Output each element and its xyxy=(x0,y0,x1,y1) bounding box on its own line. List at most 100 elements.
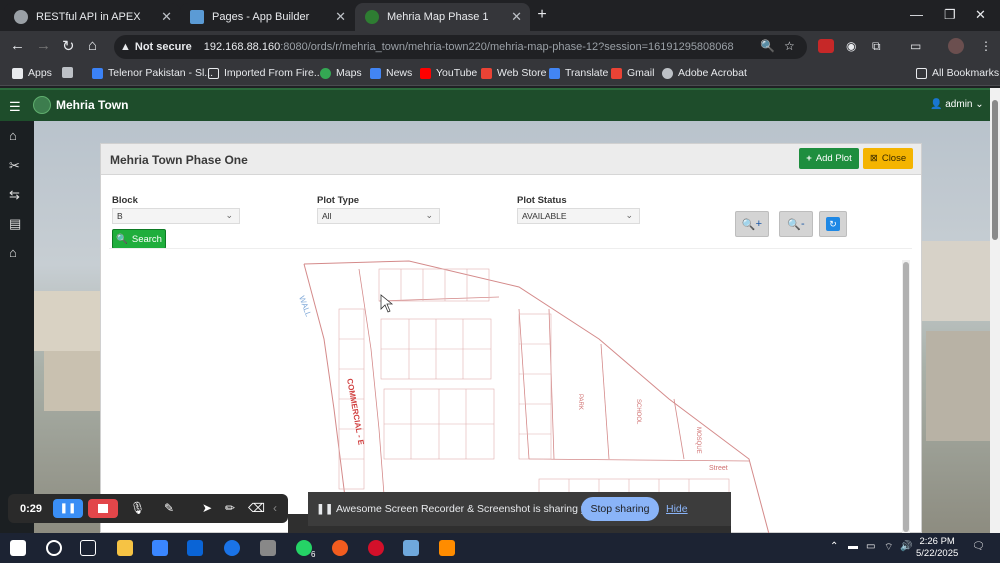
eraser-icon[interactable]: ⌫ xyxy=(248,501,265,515)
camera-extension-icon[interactable]: ◉ xyxy=(846,39,856,53)
search-icon[interactable] xyxy=(46,540,62,556)
wifi-icon[interactable]: ⌔ xyxy=(884,541,893,554)
bookmark-youtube[interactable]: YouTube xyxy=(420,67,477,79)
tab-search-icon[interactable]: ▭ xyxy=(910,39,921,53)
zoom-in-button[interactable]: 🔍 + xyxy=(735,211,769,237)
zoom-out-button[interactable]: 🔍 - xyxy=(779,211,813,237)
transfer-icon[interactable]: ⇆ xyxy=(9,187,20,203)
new-tab-button[interactable]: + xyxy=(533,6,551,24)
add-plot-button[interactable]: + Add Plot xyxy=(799,148,859,169)
outlook-icon[interactable] xyxy=(187,540,203,556)
forward-icon[interactable]: → xyxy=(36,37,51,54)
windows-start-icon[interactable] xyxy=(10,540,26,556)
collapse-icon[interactable]: ‹ xyxy=(273,501,277,515)
plot-type-select[interactable]: All ⌄ xyxy=(317,208,440,224)
reset-map-button[interactable]: ↻ xyxy=(819,211,847,237)
clock-date: 5/22/2025 xyxy=(916,548,959,559)
network-icon[interactable]: ▭ xyxy=(866,541,875,552)
close-icon[interactable]: ✕ xyxy=(511,9,522,25)
plot-map[interactable]: WALL COMMERCIAL - E PARK SCHOOL MOSQUE S… xyxy=(109,248,912,535)
stop-recording-button[interactable] xyxy=(88,499,118,518)
file-explorer-icon[interactable] xyxy=(117,540,133,556)
reload-icon[interactable]: ↻ xyxy=(62,37,75,55)
vlc-icon[interactable] xyxy=(439,540,455,556)
home-alt-icon[interactable]: ⌂ xyxy=(9,245,17,260)
opera-icon[interactable] xyxy=(368,540,384,556)
tab-title: RESTful API in APEX xyxy=(36,11,141,23)
zoom-icon[interactable]: 🔍 xyxy=(760,39,775,53)
home-icon[interactable]: ⌂ xyxy=(9,128,17,143)
user-icon: 👤 xyxy=(930,99,943,110)
app-blue-icon[interactable] xyxy=(403,540,419,556)
app-title[interactable]: Mehria Town xyxy=(56,98,128,112)
bookmark-gmail[interactable]: Gmail xyxy=(611,67,654,79)
user-menu[interactable]: 👤 admin ⌄ xyxy=(930,99,984,110)
store-icon[interactable] xyxy=(152,540,168,556)
close-window-icon[interactable]: ✕ xyxy=(975,7,986,23)
whatsapp-icon[interactable] xyxy=(296,540,312,556)
road-line xyxy=(673,398,685,460)
tools-icon[interactable]: ✂ xyxy=(9,158,20,174)
tab-app-builder[interactable]: Pages - App Builder ✕ xyxy=(180,3,354,31)
menu-icon[interactable]: ⋮ xyxy=(980,39,992,53)
close-icon[interactable]: ✕ xyxy=(161,9,172,25)
app-orange-icon[interactable] xyxy=(332,540,348,556)
road-line xyxy=(518,308,530,460)
security-indicator[interactable]: ▲ Not secure xyxy=(120,41,192,53)
plot-status-select[interactable]: AVAILABLE ⌄ xyxy=(517,208,640,224)
region-header: Mehria Town Phase One + Add Plot ⊠ Close xyxy=(101,144,921,175)
scrollbar-thumb[interactable] xyxy=(992,100,998,240)
bookmark-news[interactable]: News xyxy=(370,67,412,79)
report-icon[interactable]: ▤ xyxy=(9,216,21,232)
notifications-icon[interactable]: 🗨 xyxy=(972,541,985,552)
tab-mehria-map[interactable]: Mehria Map Phase 1 ✕ xyxy=(355,3,530,31)
restore-icon[interactable]: ❐ xyxy=(944,7,956,23)
url-host: 192.168.88.160 xyxy=(203,41,281,53)
all-bookmarks[interactable]: All Bookmarks xyxy=(916,67,999,79)
bookmark-adobe[interactable]: Adobe Acrobat xyxy=(662,67,747,79)
app-logo[interactable] xyxy=(33,96,51,114)
profile-avatar[interactable] xyxy=(948,38,964,54)
map-scrollbar[interactable] xyxy=(902,260,910,533)
bookmark-apps[interactable]: Apps xyxy=(12,67,52,79)
bookmark-imported[interactable]: Imported From Fire... xyxy=(208,67,323,79)
folder-icon xyxy=(208,67,219,79)
commercial-label: COMMERCIAL - E xyxy=(345,378,366,447)
back-icon[interactable]: ← xyxy=(10,37,25,54)
bookmark-maps[interactable]: Maps xyxy=(320,67,362,79)
volume-icon[interactable]: 🔊 xyxy=(900,541,912,552)
close-icon[interactable]: ✕ xyxy=(335,9,346,25)
chrome-icon[interactable] xyxy=(224,540,240,556)
bookmark-star-icon[interactable]: ☆ xyxy=(784,39,795,53)
tray-app-icon[interactable]: ▬ xyxy=(848,541,858,552)
search-button[interactable]: 🔍 Search xyxy=(112,229,166,249)
chevron-up-icon[interactable]: ⌃ xyxy=(830,541,838,552)
extensions-icon[interactable]: ⧉ xyxy=(872,39,881,54)
folder-icon xyxy=(916,67,927,79)
telenor-icon xyxy=(92,67,103,79)
pen-icon[interactable]: ✏ xyxy=(225,501,235,515)
pause-button[interactable]: ❚❚ xyxy=(53,499,83,518)
close-button[interactable]: ⊠ Close xyxy=(863,148,913,169)
hamburger-menu-icon[interactable]: ☰ xyxy=(9,99,21,115)
stop-sharing-button[interactable]: Stop sharing xyxy=(581,497,659,521)
task-view-icon[interactable] xyxy=(80,540,96,556)
page-scrollbar[interactable] xyxy=(990,88,1000,533)
bookmark-grid[interactable] xyxy=(62,67,78,78)
pointer-icon[interactable]: ➤ xyxy=(202,501,212,515)
draw-off-icon[interactable]: ✎ xyxy=(164,501,174,515)
block-select[interactable]: B ⌄ xyxy=(112,208,240,224)
tab-restful-api[interactable]: RESTful API in APEX ✕ xyxy=(4,3,180,31)
calculator-icon[interactable] xyxy=(260,540,276,556)
home-icon[interactable]: ⌂ xyxy=(88,37,97,54)
mic-off-icon[interactable]: 🎙 xyxy=(130,501,145,515)
bookmark-telenor[interactable]: Telenor Pakistan - Sl... xyxy=(92,67,213,79)
recorder-extension-icon[interactable] xyxy=(818,39,834,53)
bookmark-web-store[interactable]: Web Store xyxy=(481,67,546,79)
minimize-icon[interactable]: — xyxy=(910,7,923,22)
bookmark-translate[interactable]: Translate xyxy=(549,67,608,79)
map-scrollbar-thumb[interactable] xyxy=(903,262,909,532)
hide-link[interactable]: Hide xyxy=(666,503,688,515)
system-clock[interactable]: 2:26 PM 5/22/2025 xyxy=(916,536,958,560)
address-bar[interactable]: ▲ Not secure 192.168.88.160:8080/ords/r/… xyxy=(114,35,807,59)
